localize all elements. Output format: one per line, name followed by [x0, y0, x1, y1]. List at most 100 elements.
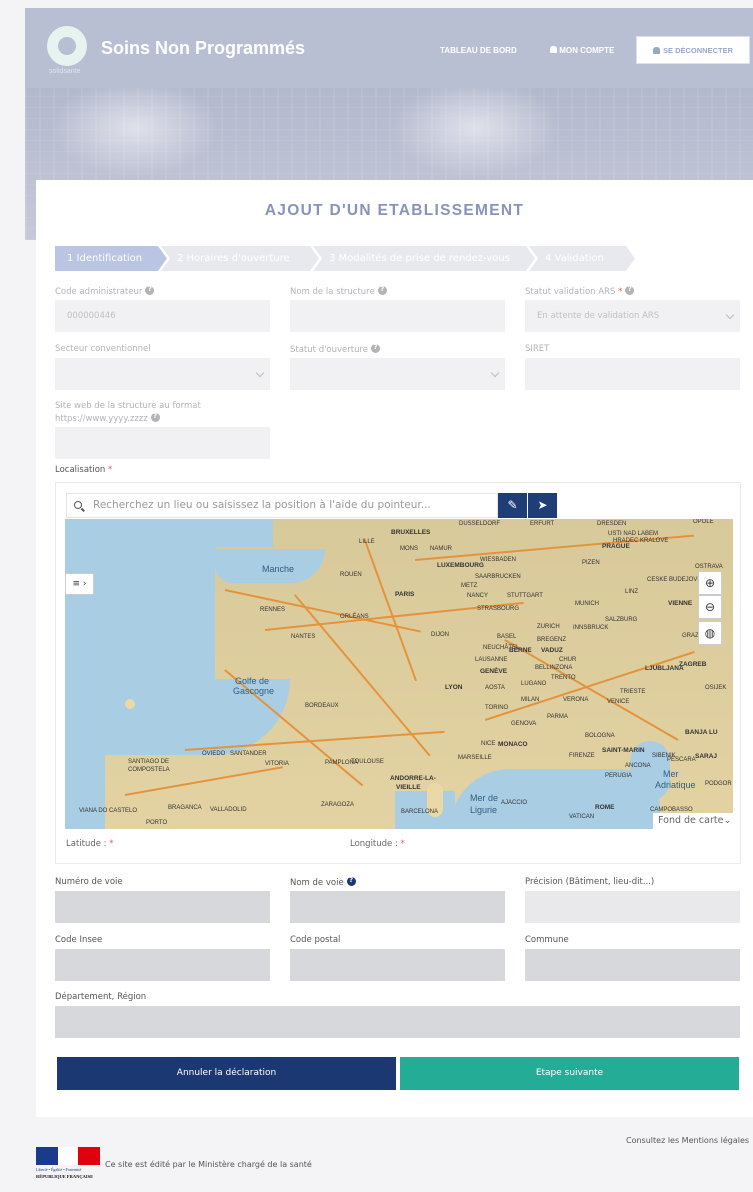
map-label: SIBENIK — [652, 753, 676, 759]
republique-francaise-logo: Liberté • Égalité • Fraternité RÉPUBLIQU… — [36, 1147, 100, 1185]
help-icon[interactable] — [625, 285, 635, 295]
map-label: VALLADOLID — [210, 807, 247, 813]
map-land — [125, 699, 135, 709]
map-label: PARIS — [395, 591, 415, 598]
map-search-input[interactable]: Recherchez un lieu ou saisissez la posit… — [66, 493, 498, 518]
siret-input[interactable] — [525, 358, 740, 390]
map-label: BRUXELLES — [391, 529, 431, 536]
map-search-placeholder: Recherchez un lieu ou saisissez la posit… — [93, 499, 431, 511]
code-insee-input[interactable] — [55, 949, 270, 981]
map-label: BANJA LU — [685, 729, 718, 736]
step-modalites[interactable]: 3 Modalités de prise de rendez-vous — [313, 246, 535, 271]
step-horaires[interactable]: 2 Horaires d'ouverture — [161, 246, 319, 271]
map-view[interactable]: Manche Golfe de Gascogne Mer de Ligurie … — [65, 519, 733, 829]
zoom-in-icon[interactable]: ⊕ — [698, 571, 722, 595]
nom-structure-input[interactable] — [290, 300, 505, 332]
stepper: 1 Identification 2 Horaires d'ouverture … — [55, 246, 675, 271]
map-label: TRIESTE — [620, 689, 646, 695]
map-label: LAUSANNE — [475, 657, 508, 663]
help-icon[interactable] — [346, 876, 356, 886]
code-postal-input[interactable] — [290, 949, 505, 981]
secteur-select[interactable] — [55, 358, 270, 390]
help-icon[interactable] — [150, 412, 160, 422]
departement-input[interactable] — [55, 1006, 740, 1038]
map-label: DRESDEN — [597, 521, 627, 527]
map-label: LILLE — [359, 539, 375, 545]
nom-voie-input[interactable] — [290, 891, 505, 923]
map-label: PORTO — [146, 820, 168, 826]
map-label: FIRENZE — [569, 753, 595, 759]
map-label: PARMA — [547, 714, 568, 720]
numero-voie-input[interactable] — [55, 891, 270, 923]
next-step-button[interactable]: Etape suivante — [400, 1057, 739, 1090]
zoom-out-icon[interactable]: ⊖ — [698, 595, 722, 619]
map-label: Gascogne — [233, 686, 275, 696]
map-label: VATICAN — [569, 814, 595, 820]
map-label: ORLÉANS — [340, 614, 369, 620]
commune-input[interactable] — [525, 949, 740, 981]
step-identification[interactable]: 1 Identification — [55, 246, 167, 271]
map-label: MILAN — [521, 697, 540, 703]
map-label: LINZ — [625, 589, 639, 595]
map-label: BELLINZONA — [535, 665, 573, 671]
map-label: MUNICH — [575, 601, 599, 607]
numero-voie-label: Numéro de voie — [55, 877, 123, 887]
nav-dashboard[interactable]: TABLEAU DE BORD — [440, 46, 517, 55]
map-label: VENICE — [607, 699, 630, 705]
map-label: WIESBADEN — [480, 557, 517, 563]
legal-mentions-link[interactable]: Consultez les Mentions légales — [626, 1136, 749, 1145]
map-label: Adriatique — [655, 780, 696, 790]
logo-icon[interactable] — [47, 26, 87, 66]
map-label: DUSSELDORF — [459, 521, 501, 527]
statut-validation-select[interactable]: En attente de validation ARS — [525, 300, 740, 332]
step-validation[interactable]: 4 Validation — [529, 246, 635, 271]
map-label: MONACO — [498, 741, 528, 748]
map-label: SANTANDER — [230, 751, 267, 757]
layers-toggle-icon[interactable]: ≡ › — [65, 573, 94, 595]
basemap-select[interactable]: Fond de carte⌄ — [653, 813, 733, 829]
map-label: VIEILLE — [396, 784, 421, 791]
main-card: AJOUT D'UN ETABLISSEMENT 1 Identificatio… — [36, 180, 753, 1117]
code-admin-field[interactable]: 000000446 — [55, 300, 270, 332]
app-title[interactable]: Soins Non Programmés — [101, 38, 305, 59]
map-label: VIENNE — [668, 600, 693, 607]
map-label: Ligurie — [470, 805, 498, 815]
help-icon[interactable] — [145, 285, 155, 295]
map-label: AOSTA — [485, 685, 505, 691]
help-icon[interactable] — [371, 343, 381, 353]
logout-button[interactable]: SE DÉCONNECTER — [636, 36, 750, 64]
locate-arrow-icon[interactable]: ➤ — [528, 493, 557, 518]
republique-motto: Liberté • Égalité • Fraternité — [36, 1167, 82, 1172]
map-label: METZ — [461, 583, 478, 589]
map-label: SALZBURG — [605, 617, 638, 623]
globe-icon[interactable]: ◍ — [698, 621, 722, 645]
map-label: PERUGIA — [605, 773, 633, 779]
map-label: MARSEILLE — [458, 755, 492, 761]
map-label: ANCONA — [625, 763, 651, 769]
pencil-icon[interactable]: ✎ — [498, 493, 527, 518]
map-label: BORDEAUX — [305, 703, 339, 709]
site-web-format: https://www.yyyy.zzzz — [55, 412, 160, 424]
nav-account[interactable]: MON COMPTE — [550, 46, 614, 55]
flag-blue — [36, 1147, 58, 1165]
nav-account-label: MON COMPTE — [559, 46, 615, 55]
map-label: BASEL — [497, 634, 517, 640]
secteur-label: Secteur conventionnel — [55, 344, 151, 354]
map-label: AJACCIO — [501, 800, 528, 806]
precision-input[interactable] — [525, 891, 740, 923]
map-label: GENOVA — [511, 721, 537, 727]
logout-label: SE DÉCONNECTER — [662, 45, 733, 55]
map-label: TRENTO — [551, 675, 576, 681]
basemap-label: Fond de carte — [658, 815, 724, 826]
map-label: OPOLE — [693, 519, 714, 525]
map-label: SARAJ — [695, 753, 718, 760]
statut-ouverture-select[interactable] — [290, 358, 505, 390]
map-label: NEUCHÂTEL — [483, 645, 520, 651]
map-label: Golfe de — [235, 676, 270, 686]
map-label: ANDORRE-LA- — [390, 775, 436, 782]
site-web-input[interactable] — [55, 427, 270, 459]
help-icon[interactable] — [377, 285, 387, 295]
cancel-declaration-button[interactable]: Annuler la déclaration — [57, 1057, 396, 1090]
map-sea — [65, 755, 105, 829]
map-label: ROUEN — [340, 572, 362, 578]
